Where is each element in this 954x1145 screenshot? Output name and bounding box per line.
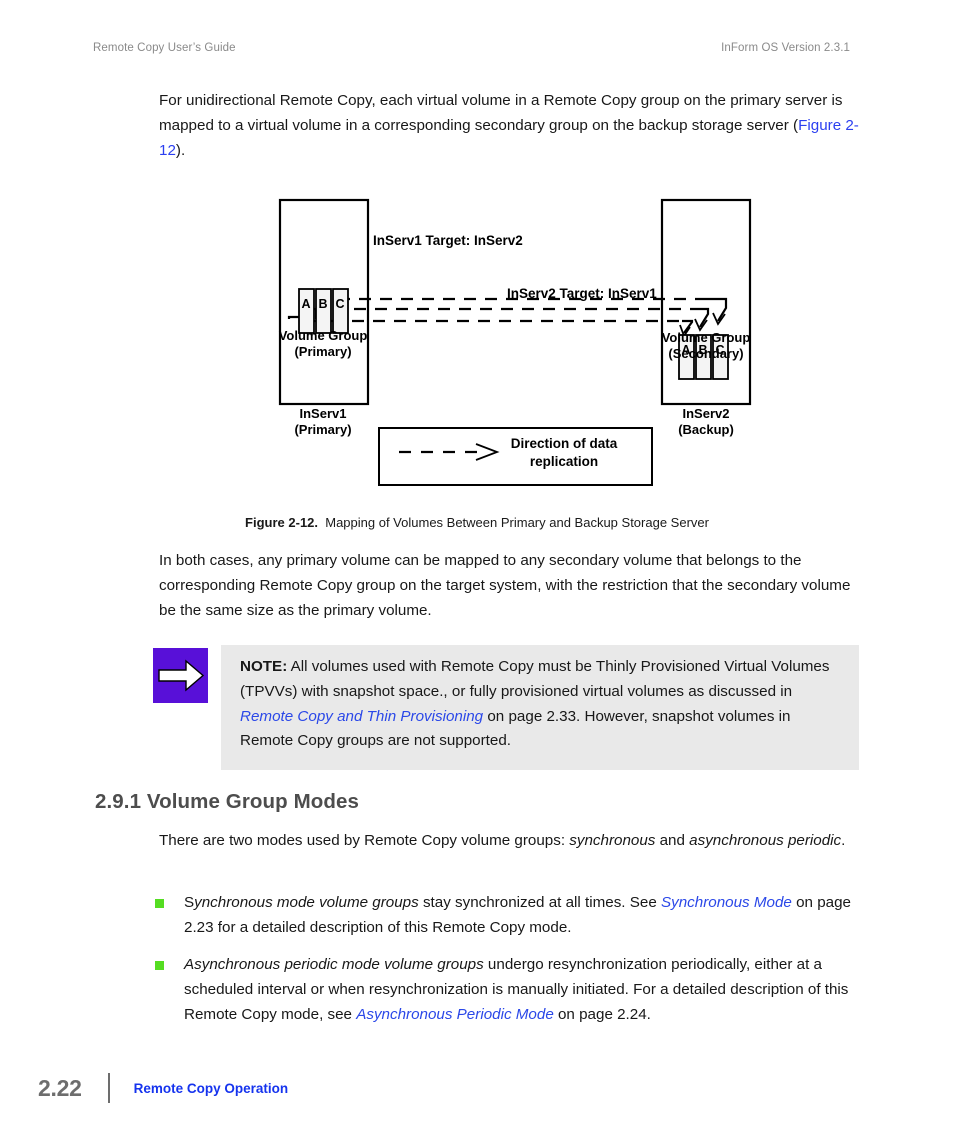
inserv1-caption-line2: (Primary) <box>294 422 351 437</box>
modes-part2: and <box>655 832 690 849</box>
list-item: Synchronous mode volume groups stay sync… <box>155 891 861 941</box>
note-link[interactable]: Remote Copy and Thin Provisioning <box>240 708 483 725</box>
page-title: 2.9.1 Volume Group Modes <box>95 790 360 813</box>
running-header: Remote Copy User’s Guide InForm OS Versi… <box>93 42 850 54</box>
diagram-svg: A B C A B C Volume Group (Primary) Volum… <box>279 198 752 486</box>
right-group-label-line1: Volume Group <box>662 330 751 345</box>
footer-divider <box>107 1073 110 1103</box>
target-label-bottom: InServ2 Target: InServ1 <box>507 286 657 301</box>
asynchronous-periodic-mode-link[interactable]: Asynchronous Periodic Mode <box>356 1006 554 1023</box>
left-volume-a-label: A <box>301 297 310 311</box>
target-label-top: InServ1 Target: InServ2 <box>373 233 523 248</box>
bullet-2-tail: on page 2.24. <box>553 1005 651 1023</box>
bullet-2-text: Asynchronous periodic mode volume groups… <box>184 953 861 1027</box>
bullet-1-mid: stay synchronized at all times. See <box>418 894 661 911</box>
modes-italic-asynchronous: asynchronous periodic <box>689 832 842 849</box>
note-body: NOTE: All volumes used with Remote Copy … <box>221 645 859 770</box>
intro-paragraph: For unidirectional Remote Copy, each vir… <box>159 89 859 163</box>
page-footer: 2.22 Remote Copy Operation <box>38 1072 288 1104</box>
left-volume-a <box>298 288 315 334</box>
bullet-square-icon <box>155 961 164 970</box>
intro-text-part1: For unidirectional Remote Copy, each vir… <box>159 92 843 134</box>
intro-text-part2: ). <box>175 141 186 159</box>
note-callout: NOTE: All volumes used with Remote Copy … <box>153 645 859 770</box>
bullet-2-italic: Asynchronous periodic mode volume groups <box>184 956 484 973</box>
both-cases-paragraph: In both cases, any primary volume can be… <box>159 552 851 619</box>
modes-part3: . <box>841 832 846 849</box>
note-text-part1: All volumes used with Remote Copy must b… <box>240 658 830 700</box>
left-volume-c-label: C <box>335 297 344 311</box>
header-os-version: InForm OS Version 2.3.1 <box>721 42 850 54</box>
note-label: NOTE: <box>240 658 288 675</box>
synchronous-mode-link[interactable]: Synchronous Mode <box>661 894 792 911</box>
left-group-label-line1: Volume Group <box>279 328 368 343</box>
page-number: 2.22 <box>38 1074 82 1101</box>
right-arrow-icon <box>153 648 208 703</box>
bullet-1-italic: ynchronous mode volume groups <box>194 894 419 911</box>
inserv2-caption-line1: InServ2 <box>683 406 730 421</box>
bullet-1-lead: S <box>184 894 195 911</box>
left-volume-b <box>315 288 332 334</box>
inserv1-caption-line1: InServ1 <box>300 406 347 421</box>
inserv2-caption-line2: (Backup) <box>678 422 734 437</box>
modes-part1: There are two modes used by Remote Copy … <box>159 832 570 849</box>
figure-diagram: A B C A B C Volume Group (Primary) Volum… <box>0 190 954 500</box>
replication-line-b-tail <box>690 307 710 328</box>
modes-intro-paragraph: There are two modes used by Remote Copy … <box>159 829 849 854</box>
legend-text-line2: replication <box>530 454 598 469</box>
bullet-square-icon <box>155 899 164 908</box>
legend-arrowhead-icon <box>475 443 500 461</box>
list-item: Asynchronous periodic mode volume groups… <box>155 953 861 1027</box>
legend-text-line1: Direction of data <box>511 436 618 451</box>
header-guide-title: Remote Copy User’s Guide <box>93 42 236 54</box>
figure-caption-label: Figure 2-12. <box>245 515 319 530</box>
figure-caption: Figure 2-12. Mapping of Volumes Between … <box>0 515 954 530</box>
bullet-1-text: Synchronous mode volume groups stay sync… <box>184 891 861 941</box>
modes-italic-synchronous: synchronous <box>569 832 656 849</box>
left-group-label-line2: (Primary) <box>294 344 351 359</box>
right-group-label-line2: (Secondary) <box>668 346 743 361</box>
footer-section-title[interactable]: Remote Copy Operation <box>134 1081 289 1096</box>
left-volume-c <box>332 288 349 334</box>
figure-caption-text: Mapping of Volumes Between Primary and B… <box>325 515 709 530</box>
left-volume-b-label: B <box>318 297 327 311</box>
